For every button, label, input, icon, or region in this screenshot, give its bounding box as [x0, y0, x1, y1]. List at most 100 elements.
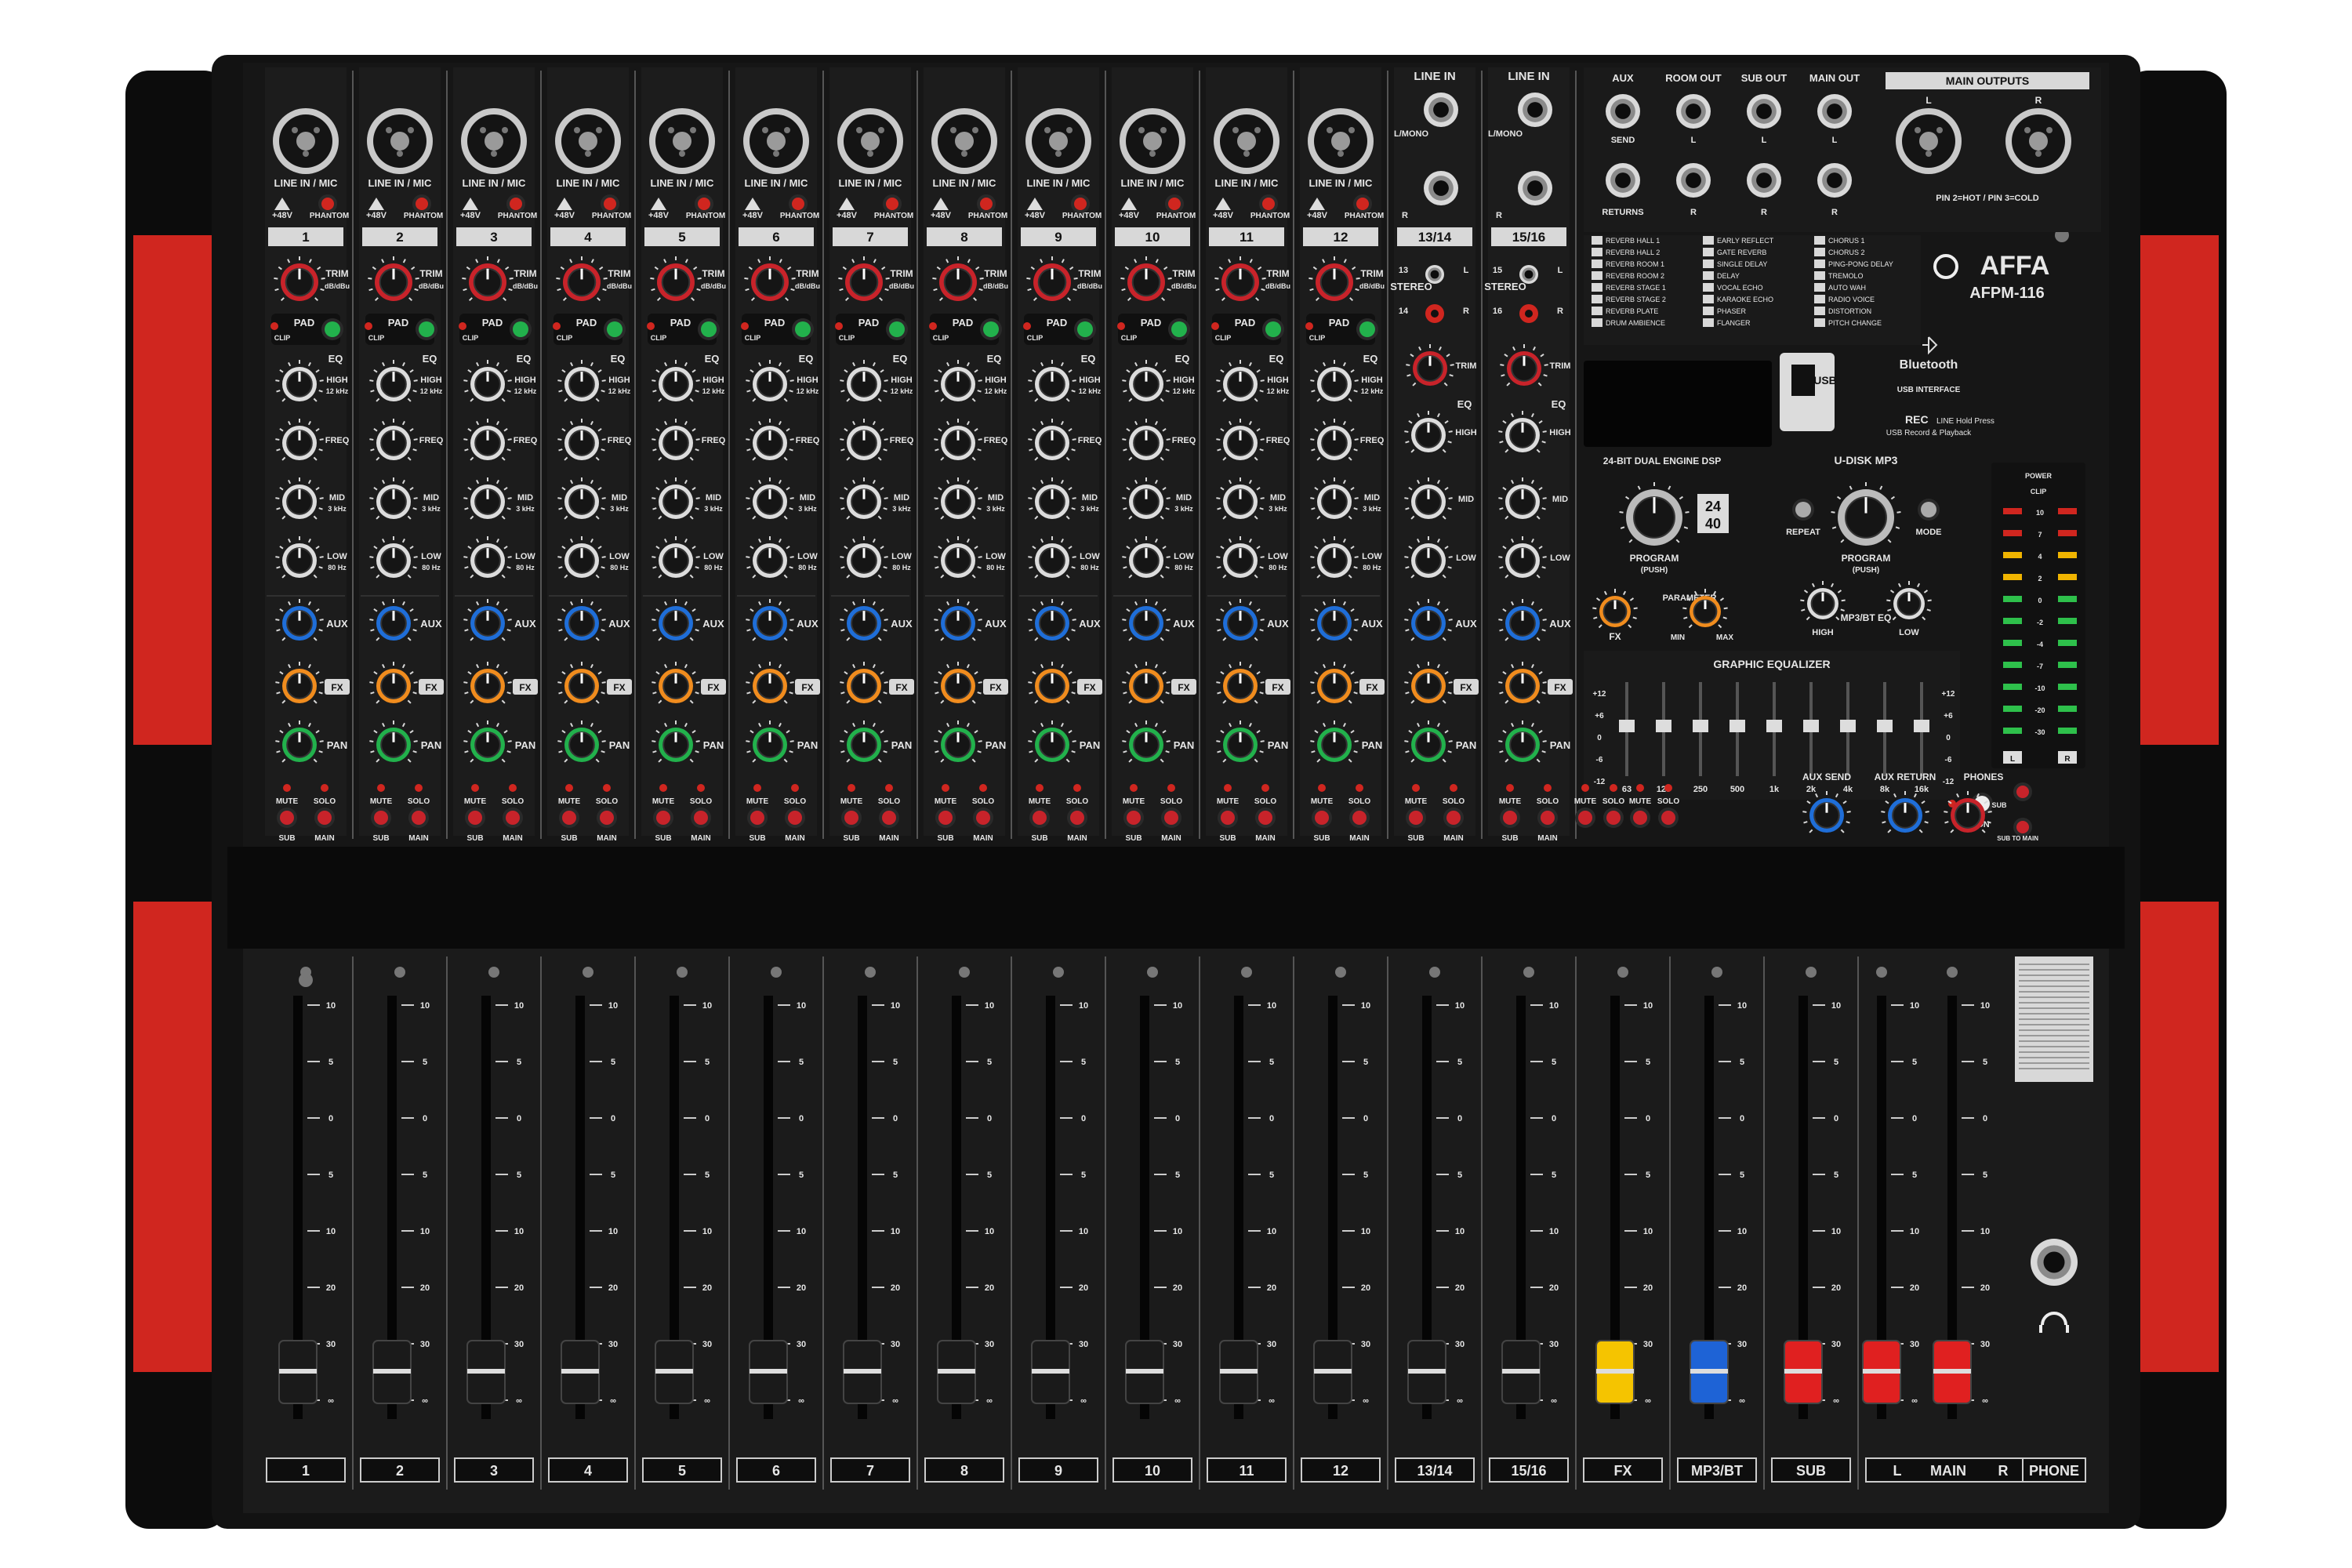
- phantom-button[interactable]: [318, 194, 337, 213]
- mute-button[interactable]: [559, 808, 579, 828]
- mic-input-jack[interactable]: [743, 108, 809, 174]
- solo-button[interactable]: [503, 808, 523, 828]
- pad-button[interactable]: [1168, 318, 1190, 340]
- mute-button[interactable]: [841, 808, 862, 828]
- eq-slider-handle[interactable]: [1730, 720, 1745, 732]
- output-jack[interactable]: [1676, 94, 1711, 129]
- solo-button[interactable]: [1658, 808, 1679, 828]
- mic-input-jack[interactable]: [931, 108, 997, 174]
- mute-button[interactable]: [653, 808, 673, 828]
- mic-input-jack[interactable]: [1214, 108, 1279, 174]
- solo-button[interactable]: [1067, 808, 1087, 828]
- phantom-button[interactable]: [977, 194, 996, 213]
- solo-button[interactable]: [879, 808, 899, 828]
- phantom-button[interactable]: [1259, 194, 1278, 213]
- solo-button[interactable]: [1603, 808, 1624, 828]
- eq-slider-handle[interactable]: [1877, 720, 1893, 732]
- meter-led: [2003, 596, 2022, 602]
- solo-button[interactable]: [314, 808, 335, 828]
- pad-button[interactable]: [1074, 318, 1096, 340]
- mute-button[interactable]: [1630, 808, 1650, 828]
- phantom-button[interactable]: [1165, 194, 1184, 213]
- solo-button[interactable]: [1349, 808, 1370, 828]
- solo-button[interactable]: [785, 808, 805, 828]
- solo-button[interactable]: [408, 808, 429, 828]
- phantom-button[interactable]: [412, 194, 431, 213]
- phantom-button[interactable]: [695, 194, 713, 213]
- solo-button[interactable]: [1255, 808, 1276, 828]
- eq-slider-handle[interactable]: [1619, 720, 1635, 732]
- output-jack[interactable]: [1817, 94, 1852, 129]
- pad-button[interactable]: [886, 318, 908, 340]
- mic-input-jack[interactable]: [837, 108, 903, 174]
- mute-button[interactable]: [1406, 808, 1426, 828]
- headphone-jack[interactable]: [2031, 1239, 2078, 1286]
- mute-button[interactable]: [1029, 808, 1050, 828]
- phantom-button[interactable]: [883, 194, 902, 213]
- line-in-right-jack[interactable]: [1424, 171, 1458, 205]
- pad-button[interactable]: [604, 318, 626, 340]
- solo-button[interactable]: [597, 808, 617, 828]
- mute-button[interactable]: [465, 808, 485, 828]
- output-jack[interactable]: [1817, 163, 1852, 198]
- eq-slider-handle[interactable]: [1914, 720, 1929, 732]
- usb-port[interactable]: [1791, 365, 1815, 396]
- knob-tick: [746, 619, 750, 621]
- mic-input-jack[interactable]: [649, 108, 715, 174]
- pad-button[interactable]: [510, 318, 532, 340]
- output-jack[interactable]: [1606, 163, 1640, 198]
- mic-input-jack[interactable]: [1025, 108, 1091, 174]
- line-in-right-jack[interactable]: [1518, 171, 1552, 205]
- phantom-button[interactable]: [1353, 194, 1372, 213]
- mic-input-jack[interactable]: [367, 108, 433, 174]
- solo-button[interactable]: [1443, 808, 1464, 828]
- output-jack[interactable]: [1747, 163, 1781, 198]
- pad-button[interactable]: [698, 318, 720, 340]
- solo-button[interactable]: [1161, 808, 1181, 828]
- mute-button[interactable]: [277, 808, 297, 828]
- pad-button[interactable]: [416, 318, 437, 340]
- mute-button[interactable]: [1218, 808, 1238, 828]
- pad-button[interactable]: [1356, 318, 1378, 340]
- eq-slider-handle[interactable]: [1766, 720, 1782, 732]
- eq-slider-handle[interactable]: [1803, 720, 1819, 732]
- output-jack[interactable]: [1676, 163, 1711, 198]
- sub-to-main-button[interactable]: [2013, 818, 2032, 837]
- mute-button[interactable]: [1312, 808, 1332, 828]
- eq-slider-handle[interactable]: [1656, 720, 1671, 732]
- mute-button[interactable]: [1575, 808, 1595, 828]
- line-in-left-jack[interactable]: [1518, 93, 1552, 127]
- solo-button[interactable]: [973, 808, 993, 828]
- solo-button[interactable]: [1537, 808, 1558, 828]
- phantom-button[interactable]: [1071, 194, 1090, 213]
- mic-input-jack[interactable]: [1308, 108, 1374, 174]
- mute-button[interactable]: [935, 808, 956, 828]
- phantom-button[interactable]: [506, 194, 525, 213]
- repeat-button[interactable]: [1792, 499, 1814, 521]
- mute-button[interactable]: [747, 808, 768, 828]
- solo-button[interactable]: [691, 808, 711, 828]
- phantom-button[interactable]: [789, 194, 808, 213]
- mic-input-jack[interactable]: [1120, 108, 1185, 174]
- line-in-left-jack[interactable]: [1424, 93, 1458, 127]
- mic-input-jack[interactable]: [461, 108, 527, 174]
- phones-source-button[interactable]: [2013, 782, 2032, 801]
- pad-button[interactable]: [792, 318, 814, 340]
- mute-button[interactable]: [1123, 808, 1144, 828]
- pad-button[interactable]: [1262, 318, 1284, 340]
- eq-slider-handle[interactable]: [1693, 720, 1708, 732]
- output-jack[interactable]: [1747, 94, 1781, 129]
- xlr-main-output[interactable]: [2005, 108, 2071, 174]
- mic-input-jack[interactable]: [273, 108, 339, 174]
- mic-input-jack[interactable]: [555, 108, 621, 174]
- mute-button[interactable]: [371, 808, 391, 828]
- pad-button[interactable]: [980, 318, 1002, 340]
- eq-slider-handle[interactable]: [1840, 720, 1856, 732]
- mute-button[interactable]: [1500, 808, 1520, 828]
- mode-button[interactable]: [1918, 499, 1940, 521]
- output-jack[interactable]: [1606, 94, 1640, 129]
- xlr-main-output[interactable]: [1896, 108, 1962, 174]
- phantom-button[interactable]: [601, 194, 619, 213]
- pad-button[interactable]: [321, 318, 343, 340]
- knob-tick: [557, 438, 562, 441]
